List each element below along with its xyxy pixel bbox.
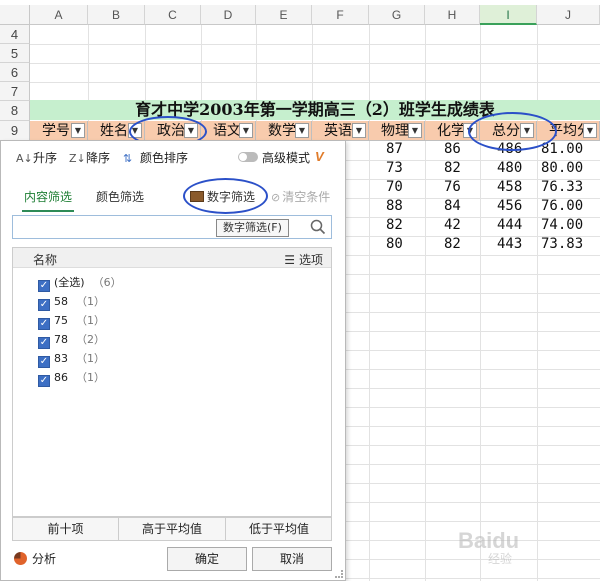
- sort-descending-button[interactable]: Z↓降序: [69, 149, 110, 166]
- cell-average[interactable]: 76.33: [541, 179, 583, 198]
- list-item[interactable]: ✓ 83 （1）: [38, 351, 105, 368]
- dropdown-arrow-icon[interactable]: ▼: [71, 123, 85, 138]
- quick-filter-bar: 前十项 高于平均值 低于平均值: [12, 517, 332, 541]
- cell-total[interactable]: 456: [497, 198, 522, 217]
- above-average-button[interactable]: 高于平均值: [119, 518, 226, 540]
- cell-total[interactable]: 443: [497, 236, 522, 255]
- ok-button[interactable]: 确定: [167, 547, 247, 571]
- sort-toolbar: A↓升序 Z↓降序 ⇅ 颜色排序 高级模式 V: [1, 141, 345, 171]
- list-item-select-all[interactable]: ✓ (全选) （6）: [38, 275, 122, 292]
- cell-physics[interactable]: 80: [386, 236, 403, 255]
- cell-chemistry[interactable]: 86: [444, 141, 461, 160]
- header-cell-math[interactable]: 数学 ▼: [256, 121, 312, 141]
- watermark-logo: Baidu 经验: [458, 528, 520, 566]
- list-options-button[interactable]: ☰ 选项: [284, 251, 323, 268]
- cell-average[interactable]: 74.00: [541, 217, 583, 236]
- column-header-d[interactable]: D: [201, 5, 256, 25]
- list-header: 名称 ☰ 选项: [13, 248, 331, 268]
- column-header-h[interactable]: H: [425, 5, 480, 25]
- column-header-a[interactable]: A: [30, 5, 88, 25]
- advanced-mode-label[interactable]: 高级模式: [262, 149, 310, 166]
- search-icon[interactable]: [309, 218, 327, 236]
- filter-tabs: 内容筛选 颜色筛选 数字筛选 ⊘ 清空条件: [1, 181, 345, 212]
- cell-chemistry[interactable]: 76: [444, 179, 461, 198]
- cell-average[interactable]: 81.00: [541, 141, 583, 160]
- resize-grip[interactable]: [335, 570, 343, 578]
- checkbox[interactable]: ✓: [38, 337, 50, 349]
- filter-panel: A↓升序 Z↓降序 ⇅ 颜色排序 高级模式 V 内容筛选 颜色筛选 数字筛选 ⊘ 清…: [0, 140, 346, 581]
- tab-content-filter[interactable]: 内容筛选: [21, 188, 75, 212]
- header-cell-chinese[interactable]: 语文 ▼: [201, 121, 256, 141]
- header-cell-student-id[interactable]: 学号 ▼: [30, 121, 88, 141]
- dropdown-arrow-icon[interactable]: ▼: [295, 123, 309, 138]
- row-header-5[interactable]: 5: [0, 44, 30, 63]
- pie-chart-icon: [14, 552, 27, 565]
- dropdown-arrow-icon[interactable]: ▼: [239, 123, 253, 138]
- column-header-i[interactable]: I: [480, 5, 537, 25]
- cell-total[interactable]: 458: [497, 179, 522, 198]
- sort-desc-icon: Z↓: [69, 152, 86, 165]
- cell-chemistry[interactable]: 84: [444, 198, 461, 217]
- checkbox[interactable]: ✓: [38, 318, 50, 330]
- checkbox[interactable]: ✓: [38, 356, 50, 368]
- below-average-button[interactable]: 低于平均值: [226, 518, 332, 540]
- advanced-mode-toggle[interactable]: [238, 152, 258, 162]
- tab-clear-conditions[interactable]: ⊘ 清空条件: [271, 188, 330, 205]
- header-cell-english[interactable]: 英语 ▼: [312, 121, 369, 141]
- cell-total[interactable]: 444: [497, 217, 522, 236]
- row-header-7[interactable]: 7: [0, 82, 30, 101]
- cell-physics[interactable]: 73: [386, 160, 403, 179]
- color-sort-button[interactable]: ⇅ 颜色排序: [123, 149, 188, 166]
- column-header-b[interactable]: B: [88, 5, 145, 25]
- cell-chemistry[interactable]: 82: [444, 236, 461, 255]
- dropdown-arrow-icon[interactable]: ▼: [352, 123, 366, 138]
- cell-chemistry[interactable]: 42: [444, 217, 461, 236]
- analyze-button[interactable]: 分析: [14, 550, 56, 567]
- annotation-circle-number-filter: [183, 178, 268, 214]
- list-item[interactable]: ✓ 86 （1）: [38, 370, 105, 387]
- list-item[interactable]: ✓ 75 （1）: [38, 313, 105, 330]
- cell-physics[interactable]: 70: [386, 179, 403, 198]
- checkbox[interactable]: ✓: [38, 375, 50, 387]
- column-header-c[interactable]: C: [145, 5, 201, 25]
- checkbox[interactable]: ✓: [38, 299, 50, 311]
- top-ten-button[interactable]: 前十项: [13, 518, 119, 540]
- tab-color-filter[interactable]: 颜色筛选: [96, 188, 144, 205]
- sort-asc-icon: A↓: [16, 152, 33, 165]
- list-item[interactable]: ✓ 78 （2）: [38, 332, 105, 349]
- list-header-name: 名称: [33, 253, 58, 267]
- v-logo-icon[interactable]: V: [315, 149, 324, 164]
- cell-chemistry[interactable]: 82: [444, 160, 461, 179]
- dropdown-arrow-icon[interactable]: ▼: [583, 123, 597, 138]
- column-header-j[interactable]: J: [537, 5, 600, 25]
- options-icon: ☰: [284, 253, 295, 267]
- cancel-button[interactable]: 取消: [252, 547, 332, 571]
- column-header-g[interactable]: G: [369, 5, 425, 25]
- cell-average[interactable]: 73.83: [541, 236, 583, 255]
- cell-total[interactable]: 480: [497, 160, 522, 179]
- cell-physics[interactable]: 82: [386, 217, 403, 236]
- sort-ascending-button[interactable]: A↓升序: [16, 149, 57, 166]
- row-header-9[interactable]: 9: [0, 121, 30, 141]
- number-filter-tooltip: 数字筛选(F): [216, 219, 289, 237]
- column-header-e[interactable]: E: [256, 5, 312, 25]
- cell-physics[interactable]: 88: [386, 198, 403, 217]
- checkbox[interactable]: ✓: [38, 280, 50, 292]
- color-sort-icon: ⇅: [123, 152, 133, 165]
- dropdown-arrow-icon[interactable]: ▼: [408, 123, 422, 138]
- row-header-8[interactable]: 8: [0, 101, 30, 121]
- value-list: 名称 ☰ 选项 ✓ (全选) （6） ✓ 58 （1） ✓ 75 （1） ✓ 78 （2） ✓ 83…: [12, 247, 332, 517]
- select-all-corner[interactable]: [0, 5, 30, 25]
- column-header-f[interactable]: F: [312, 5, 369, 25]
- list-item[interactable]: ✓ 58 （1）: [38, 294, 105, 311]
- header-cell-physics[interactable]: 物理 ▼: [369, 121, 425, 141]
- cell-average[interactable]: 76.00: [541, 198, 583, 217]
- cell-average[interactable]: 80.00: [541, 160, 583, 179]
- annotation-circle-total: [468, 112, 557, 151]
- cell-physics[interactable]: 87: [386, 141, 403, 160]
- row-header-4[interactable]: 4: [0, 25, 30, 44]
- row-header-6[interactable]: 6: [0, 63, 30, 82]
- clear-filter-icon: ⊘: [271, 191, 281, 204]
